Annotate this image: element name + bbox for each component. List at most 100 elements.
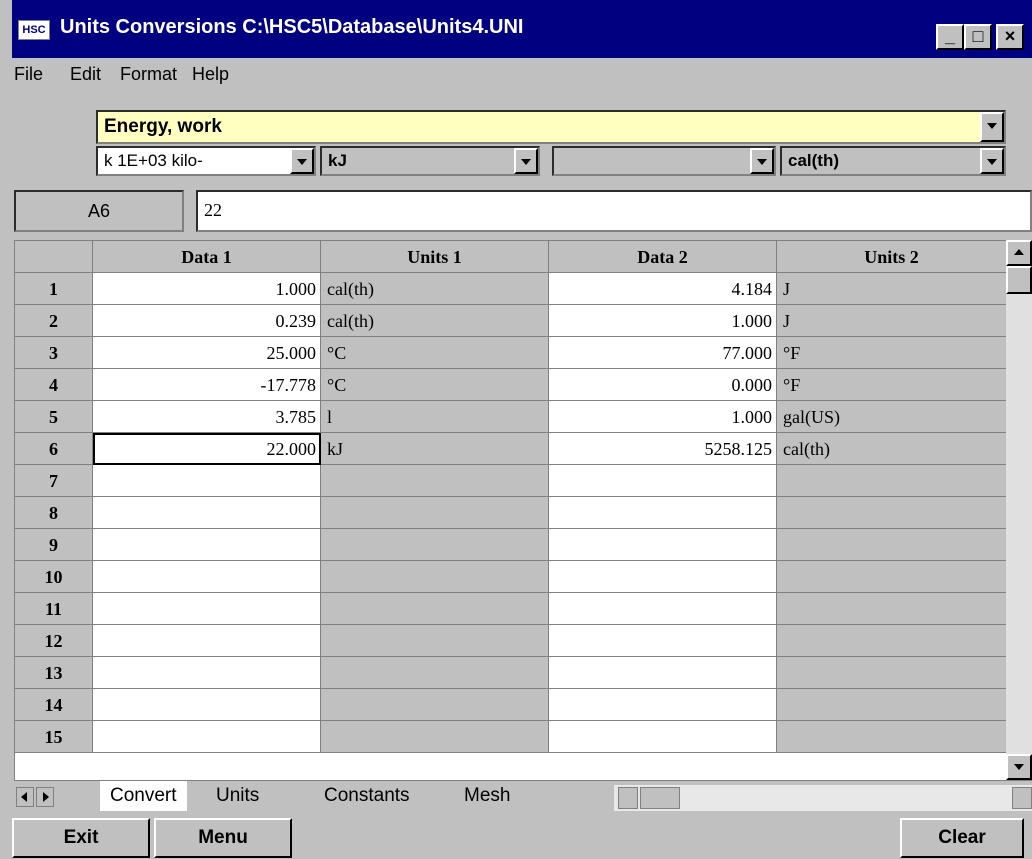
- row-number[interactable]: 7: [15, 465, 93, 497]
- units1-cell[interactable]: [321, 497, 549, 529]
- units2-cell[interactable]: [777, 689, 1007, 721]
- data1-cell[interactable]: [93, 465, 321, 497]
- data1-cell[interactable]: 25.000: [93, 337, 321, 369]
- data2-cell[interactable]: [549, 657, 777, 689]
- row-number[interactable]: 1: [15, 273, 93, 305]
- units2-cell[interactable]: [777, 593, 1007, 625]
- tab-scroll-right-button[interactable]: [36, 787, 54, 807]
- row-number[interactable]: 15: [15, 721, 93, 753]
- data2-cell[interactable]: 4.184: [549, 273, 777, 305]
- column-header[interactable]: Units 1: [321, 241, 549, 273]
- minimize-button[interactable]: _: [936, 24, 964, 50]
- menu-file[interactable]: File: [14, 64, 43, 85]
- chevron-down-icon[interactable]: [750, 148, 774, 174]
- tab-units[interactable]: Units: [206, 781, 269, 811]
- hscroll-thumb[interactable]: [640, 787, 680, 809]
- data1-cell[interactable]: [93, 657, 321, 689]
- units2-cell[interactable]: [777, 625, 1007, 657]
- hscroll-left-button[interactable]: [618, 787, 638, 809]
- chevron-down-icon[interactable]: [290, 148, 314, 174]
- data1-cell[interactable]: [93, 593, 321, 625]
- data1-cell[interactable]: -17.778: [93, 369, 321, 401]
- units2-cell[interactable]: cal(th): [777, 433, 1007, 465]
- data2-cell[interactable]: [549, 561, 777, 593]
- row-number[interactable]: 8: [15, 497, 93, 529]
- prefix2-select[interactable]: [552, 146, 776, 176]
- column-header[interactable]: Data 2: [549, 241, 777, 273]
- scroll-up-button[interactable]: [1006, 240, 1032, 266]
- units2-cell[interactable]: [777, 497, 1007, 529]
- menu-edit[interactable]: Edit: [70, 64, 101, 85]
- row-number[interactable]: 6: [15, 433, 93, 465]
- units1-cell[interactable]: cal(th): [321, 273, 549, 305]
- column-header[interactable]: Units 2: [777, 241, 1007, 273]
- tab-mesh[interactable]: Mesh: [454, 781, 520, 811]
- data2-cell[interactable]: [549, 689, 777, 721]
- data1-cell[interactable]: 1.000: [93, 273, 321, 305]
- units1-cell[interactable]: l: [321, 401, 549, 433]
- row-number[interactable]: 10: [15, 561, 93, 593]
- menu-format[interactable]: Format: [120, 64, 177, 85]
- exit-button[interactable]: Exit: [12, 818, 150, 858]
- data1-cell[interactable]: 0.239: [93, 305, 321, 337]
- corner-cell[interactable]: [15, 241, 93, 273]
- units2-cell[interactable]: [777, 657, 1007, 689]
- scroll-down-button[interactable]: [1006, 754, 1032, 780]
- tab-scroll-left-button[interactable]: [16, 787, 34, 807]
- chevron-down-icon[interactable]: [514, 148, 538, 174]
- scroll-thumb[interactable]: [1006, 266, 1032, 294]
- units2-cell[interactable]: °F: [777, 369, 1007, 401]
- data2-cell[interactable]: 0.000: [549, 369, 777, 401]
- data1-cell[interactable]: [93, 561, 321, 593]
- formula-input[interactable]: 22: [196, 190, 1032, 232]
- units2-cell[interactable]: °F: [777, 337, 1007, 369]
- row-number[interactable]: 5: [15, 401, 93, 433]
- close-button[interactable]: ×: [996, 24, 1024, 50]
- title-bar[interactable]: HSC Units Conversions C:\HSC5\Database\U…: [12, 0, 1032, 58]
- data2-cell[interactable]: [549, 529, 777, 561]
- row-number[interactable]: 3: [15, 337, 93, 369]
- units2-cell[interactable]: [777, 721, 1007, 753]
- units2-cell[interactable]: [777, 465, 1007, 497]
- data2-cell[interactable]: [549, 465, 777, 497]
- tab-convert[interactable]: Convert: [100, 781, 187, 811]
- category-select[interactable]: Energy, work: [96, 110, 1006, 144]
- clear-button[interactable]: Clear: [900, 818, 1024, 858]
- tab-constants[interactable]: Constants: [314, 781, 420, 811]
- units1-cell[interactable]: kJ: [321, 433, 549, 465]
- units2-cell[interactable]: gal(US): [777, 401, 1007, 433]
- data1-cell[interactable]: [93, 625, 321, 657]
- row-number[interactable]: 2: [15, 305, 93, 337]
- data2-cell[interactable]: [549, 497, 777, 529]
- chevron-down-icon[interactable]: [980, 148, 1004, 174]
- row-number[interactable]: 4: [15, 369, 93, 401]
- data2-cell[interactable]: 1.000: [549, 305, 777, 337]
- hsc-app-icon[interactable]: HSC: [18, 20, 50, 40]
- units2-cell[interactable]: J: [777, 305, 1007, 337]
- row-number[interactable]: 13: [15, 657, 93, 689]
- units1-cell[interactable]: [321, 657, 549, 689]
- prefix-select[interactable]: k 1E+03 kilo-: [96, 146, 316, 176]
- vertical-scrollbar[interactable]: [1006, 240, 1032, 780]
- data2-cell[interactable]: [549, 625, 777, 657]
- menu-button[interactable]: Menu: [154, 818, 292, 858]
- unit1-select[interactable]: kJ: [320, 146, 540, 176]
- units2-cell[interactable]: J: [777, 273, 1007, 305]
- column-header[interactable]: Data 1: [93, 241, 321, 273]
- units1-cell[interactable]: [321, 689, 549, 721]
- units1-cell[interactable]: [321, 721, 549, 753]
- units1-cell[interactable]: [321, 625, 549, 657]
- units1-cell[interactable]: [321, 561, 549, 593]
- maximize-button[interactable]: □: [964, 24, 992, 50]
- data1-cell[interactable]: 3.785: [93, 401, 321, 433]
- horizontal-scrollbar[interactable]: [614, 785, 1032, 811]
- data1-cell[interactable]: [93, 721, 321, 753]
- units1-cell[interactable]: °C: [321, 337, 549, 369]
- units1-cell[interactable]: °C: [321, 369, 549, 401]
- data1-cell[interactable]: [93, 529, 321, 561]
- hscroll-right-button[interactable]: [1012, 787, 1032, 809]
- data2-cell[interactable]: 1.000: [549, 401, 777, 433]
- units2-cell[interactable]: [777, 561, 1007, 593]
- unit2-select[interactable]: cal(th): [780, 146, 1006, 176]
- row-number[interactable]: 14: [15, 689, 93, 721]
